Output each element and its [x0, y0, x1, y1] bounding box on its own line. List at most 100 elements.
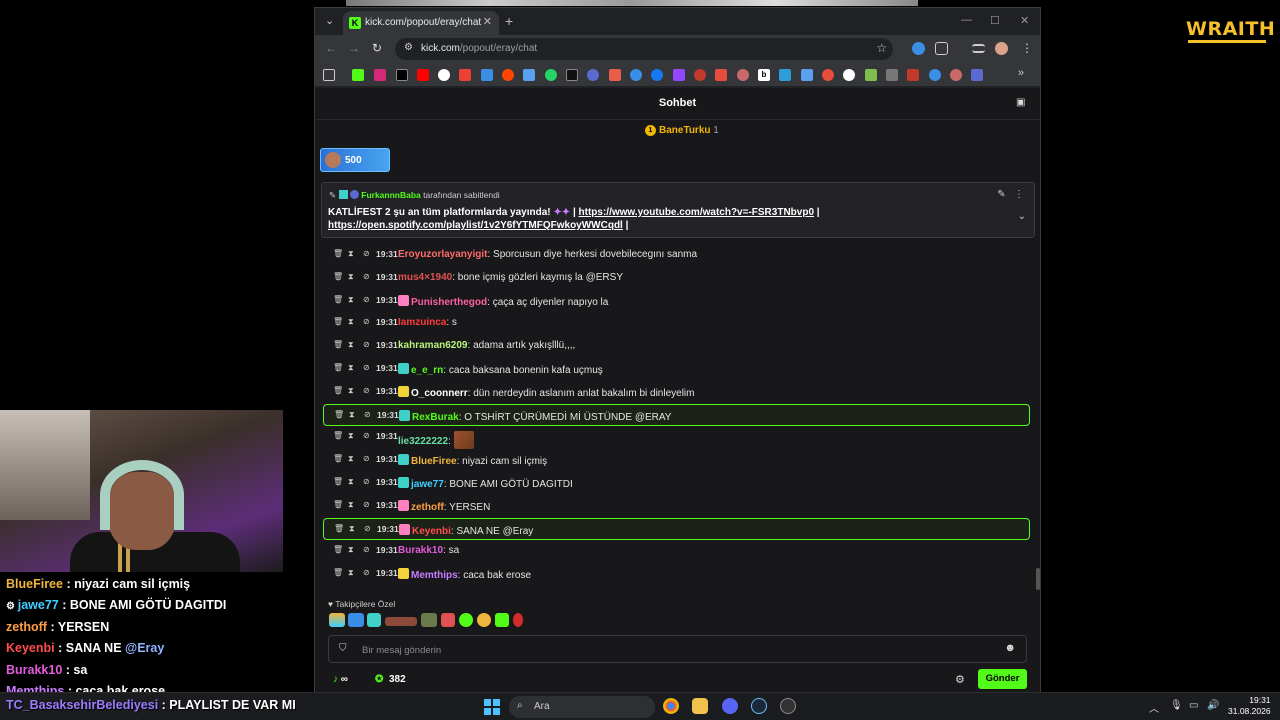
chat-message[interactable]: 🗑 ⧗ ⊘ 19:31 O_coonnerr: dün nerdeydin aslanı… [323, 381, 1030, 403]
bookmark-icon[interactable] [822, 69, 834, 81]
apps-grid-icon[interactable] [323, 69, 335, 81]
bookmark-icon[interactable] [907, 69, 919, 81]
message-username[interactable]: lie3222222 [398, 436, 448, 447]
emote-icon[interactable] [329, 613, 345, 627]
forward-icon[interactable]: → [348, 41, 360, 55]
chat-users-icon[interactable]: ▣ [1016, 97, 1027, 108]
ban-user-icon[interactable]: ⊘ [363, 249, 370, 258]
bookmark-x-icon[interactable] [396, 69, 408, 81]
ban-user-icon[interactable]: ⊘ [364, 410, 371, 419]
bookmark-icon[interactable] [481, 69, 493, 81]
send-button[interactable]: Gönder [978, 669, 1027, 689]
delete-message-icon[interactable]: 🗑 [333, 500, 343, 509]
chat-message[interactable]: 🗑 ⧗ ⊘ 19:31 Iamzuinca: s [323, 312, 1030, 334]
timeout-user-icon[interactable]: ⧗ [348, 477, 354, 487]
gifter-name[interactable]: BaneTurku [659, 125, 711, 136]
timeout-user-icon[interactable]: ⧗ [348, 249, 354, 259]
bookmark-instagram-icon[interactable] [374, 69, 386, 81]
chat-message[interactable]: 🗑 ⧗ ⊘ 19:31 BlueFiree: niyazi cam sil içmiş [323, 449, 1030, 471]
system-clock[interactable]: 19:31 31.08.2026 [1228, 695, 1271, 717]
tab-search-chevron-icon[interactable]: ⌄ [325, 14, 334, 27]
chat-message[interactable]: 🗑 ⧗ ⊘ 19:31 Memthips: caca bak erose [323, 563, 1030, 585]
bookmark-facebook-icon[interactable] [651, 69, 663, 81]
delete-message-icon[interactable]: 🗑 [333, 340, 343, 349]
chrome-taskbar-icon[interactable] [663, 698, 679, 714]
chat-message[interactable]: 🗑 ⧗ ⊘ 19:31 zethoff: YERSEN [323, 495, 1030, 517]
ban-user-icon[interactable]: ⊘ [363, 500, 370, 509]
ban-user-icon[interactable]: ⊘ [363, 477, 370, 486]
emote-icon[interactable] [459, 613, 473, 627]
media-controls-icon[interactable] [972, 44, 985, 53]
bookmarks-overflow-icon[interactable]: » [1018, 67, 1024, 79]
microphone-icon[interactable]: 🎙 [1170, 700, 1183, 711]
message-username[interactable]: Eroyuzorlayanyigit [398, 249, 487, 260]
delete-message-icon[interactable]: 🗑 [333, 249, 343, 258]
bookmark-youtube-icon[interactable] [417, 69, 429, 81]
tab-close-icon[interactable]: ✕ [483, 15, 492, 28]
message-username[interactable]: Iamzuinca [398, 317, 446, 328]
bookmark-icon[interactable] [971, 69, 983, 81]
bookmark-google-icon[interactable] [438, 69, 450, 81]
chat-message[interactable]: 🗑 ⧗ ⊘ 19:31 Burakk10: sa [323, 540, 1030, 562]
message-username[interactable]: mus4×1940 [398, 272, 452, 283]
chat-settings-gear-icon[interactable]: ⚙ [955, 673, 965, 686]
message-username[interactable]: Keyenbi [412, 526, 451, 537]
delete-message-icon[interactable]: 🗑 [333, 545, 343, 554]
steam-icon[interactable] [751, 698, 767, 714]
chat-message[interactable]: 🗑 ⧗ ⊘ 19:31 Eroyuzorlayanyigit: Sporcusun di… [323, 244, 1030, 266]
taskbar-search-input[interactable]: ⌕ Ara [509, 696, 655, 718]
bookmark-icon[interactable] [865, 69, 877, 81]
message-username[interactable]: O_coonnerr [411, 388, 468, 399]
bookmark-icon[interactable] [779, 69, 791, 81]
chat-message[interactable]: 🗑 ⧗ ⊘ 19:31 mus4×1940: bone içmiş gözleri ka… [323, 267, 1030, 289]
bookmark-icon[interactable] [950, 69, 962, 81]
delete-message-icon[interactable]: 🗑 [333, 363, 343, 372]
pinned-youtube-link[interactable]: https://www.youtube.com/watch?v=-FSR3TNb… [579, 207, 814, 218]
bookmark-kick-icon[interactable] [352, 69, 364, 81]
delete-message-icon[interactable]: 🗑 [333, 477, 343, 486]
window-close-icon[interactable]: ✕ [1020, 14, 1029, 27]
ban-user-icon[interactable]: ⊘ [363, 545, 370, 554]
bookmark-icon[interactable] [630, 69, 642, 81]
ban-user-icon[interactable]: ⊘ [363, 340, 370, 349]
timeout-user-icon[interactable]: ⧗ [348, 340, 354, 350]
emote-icon[interactable] [513, 613, 523, 627]
timeout-user-icon[interactable]: ⧗ [348, 500, 354, 510]
delete-message-icon[interactable]: 🗑 [334, 524, 344, 533]
timeout-user-icon[interactable]: ⧗ [349, 410, 355, 420]
ban-user-icon[interactable]: ⊘ [363, 454, 370, 463]
volume-icon[interactable]: 🔊 [1207, 700, 1219, 711]
bookmark-icon[interactable] [715, 69, 727, 81]
minimize-icon[interactable]: — [961, 14, 972, 26]
bookmark-icon[interactable] [886, 69, 898, 81]
message-username[interactable]: kahraman6209 [398, 340, 468, 351]
delete-message-icon[interactable]: 🗑 [333, 568, 343, 577]
bookmark-icon[interactable] [694, 69, 706, 81]
chat-message[interactable]: 🗑 ⧗ ⊘ 19:31 Punisherthegod: çaça aç diyenler… [323, 290, 1030, 312]
message-username[interactable]: Burakk10 [398, 545, 443, 556]
message-username[interactable]: zethoff [411, 502, 444, 513]
delete-message-icon[interactable]: 🗑 [333, 431, 343, 440]
delete-message-icon[interactable]: 🗑 [333, 454, 343, 463]
message-username[interactable]: RexBurak [412, 412, 459, 423]
emote-icon[interactable] [421, 613, 437, 627]
bookmark-icon[interactable] [929, 69, 941, 81]
emote-icon[interactable] [477, 613, 491, 627]
emote-icon[interactable] [367, 613, 381, 627]
pinned-by-user[interactable]: FurkannnBaba [361, 190, 421, 200]
timeout-user-icon[interactable]: ⧗ [348, 386, 354, 396]
extension-icon[interactable] [912, 42, 925, 55]
bookmark-twitch-icon[interactable] [673, 69, 685, 81]
emote-icon[interactable] [348, 613, 364, 627]
chat-message[interactable]: 🗑 ⧗ ⊘ 19:31 lie3222222: [323, 426, 1030, 450]
ban-user-icon[interactable]: ⊘ [363, 386, 370, 395]
emoji-picker-icon[interactable]: ☻ [1004, 642, 1016, 654]
delete-message-icon[interactable]: 🗑 [333, 317, 343, 326]
message-username[interactable]: Memthips [411, 570, 458, 581]
chat-message[interactable]: 🗑 ⧗ ⊘ 19:31 e_e_rn: caca baksana bonenin kaf… [323, 358, 1030, 380]
timeout-user-icon[interactable]: ⧗ [348, 317, 354, 327]
delete-message-icon[interactable]: 🗑 [333, 272, 343, 281]
bookmark-whatsapp-icon[interactable] [545, 69, 557, 81]
emote-icon[interactable] [495, 613, 509, 627]
tab-kick-chat[interactable]: K kick.com/popout/eray/chat ✕ [343, 11, 499, 35]
